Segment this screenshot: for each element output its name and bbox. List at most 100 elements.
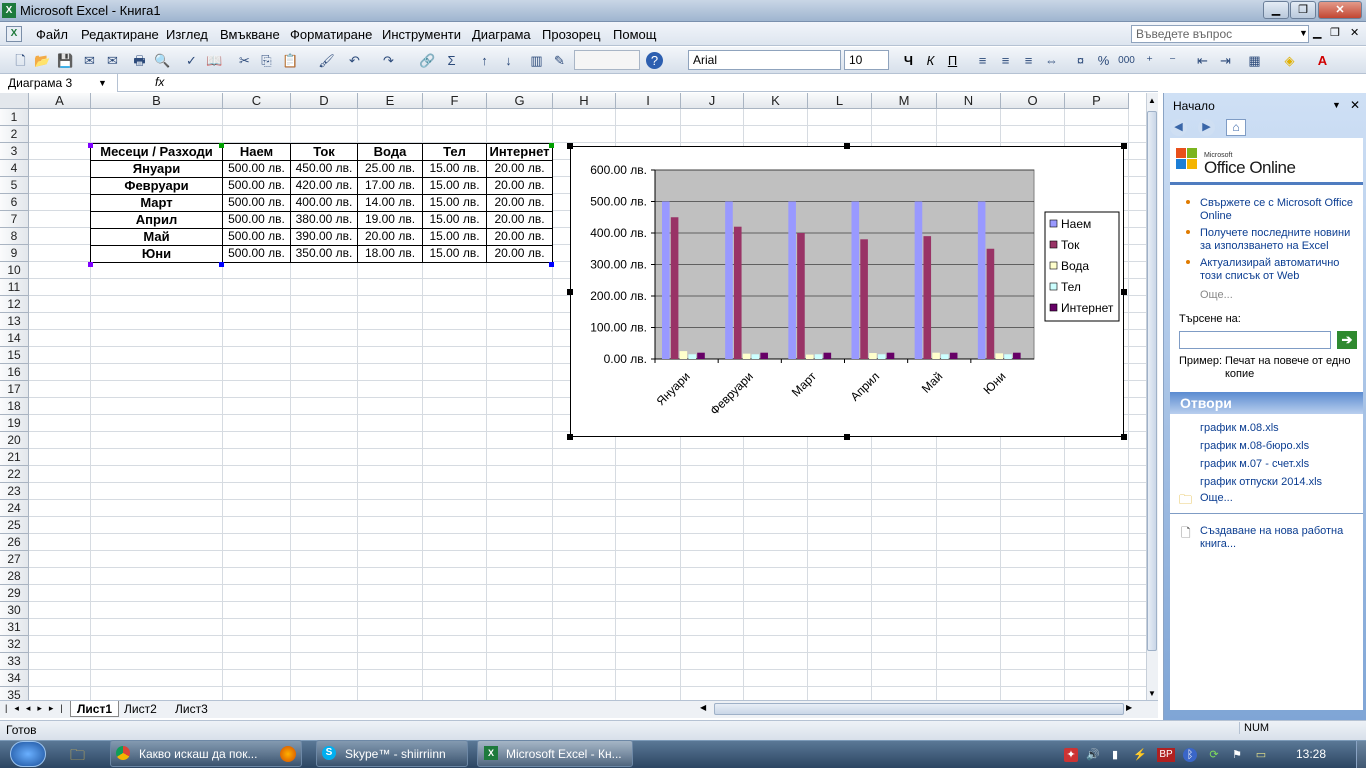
- column-header-i[interactable]: I: [616, 93, 681, 109]
- start-button[interactable]: [10, 741, 46, 767]
- chart-resize-handle[interactable]: [567, 434, 573, 440]
- copy-icon[interactable]: ⎘: [258, 52, 275, 69]
- home-icon[interactable]: ⌂: [1226, 119, 1246, 136]
- select-all-button[interactable]: [0, 93, 29, 109]
- forward-icon[interactable]: ▶: [1198, 119, 1215, 136]
- table-header-cell[interactable]: Месеци / Разходи: [90, 143, 223, 161]
- value-cell[interactable]: 350.00 лв.: [290, 245, 358, 263]
- hyperlink-icon[interactable]: 🔗: [419, 52, 436, 69]
- menu-window[interactable]: Прозорец: [542, 27, 601, 42]
- value-cell[interactable]: 25.00 лв.: [357, 160, 423, 178]
- doc-minimize-button[interactable]: ▁: [1313, 26, 1321, 39]
- column-header-a[interactable]: A: [29, 93, 91, 109]
- recent-file[interactable]: график отпуски 2014.xls: [1200, 476, 1322, 489]
- row-header-3[interactable]: 3: [0, 143, 29, 160]
- row-header-6[interactable]: 6: [0, 194, 29, 211]
- sheet-tab-list1[interactable]: Лист1: [70, 701, 120, 717]
- help-dropdown-icon[interactable]: ▼: [1299, 28, 1308, 38]
- workbook-icon[interactable]: X: [6, 26, 22, 42]
- row-header-34[interactable]: 34: [0, 670, 29, 687]
- link-latest-news[interactable]: Получете последните новини за използване…: [1200, 227, 1360, 253]
- taskbar-skype[interactable]: Skype™ - shiirriinn: [316, 740, 468, 767]
- menu-edit[interactable]: Редактиране: [81, 27, 159, 42]
- scroll-down-icon[interactable]: ▼: [1148, 689, 1156, 698]
- link-connect-office-online[interactable]: Свържете се с Microsoft Office Online: [1200, 197, 1360, 223]
- row-header-2[interactable]: 2: [0, 126, 29, 143]
- row-header-10[interactable]: 10: [0, 262, 29, 279]
- row-header-5[interactable]: 5: [0, 177, 29, 194]
- tray-sync-icon[interactable]: ⟳: [1207, 748, 1221, 762]
- font-name-select[interactable]: Arial: [688, 50, 841, 70]
- value-cell[interactable]: 19.00 лв.: [357, 211, 423, 229]
- permission-icon[interactable]: ✉: [81, 52, 98, 69]
- row-header-19[interactable]: 19: [0, 415, 29, 432]
- back-icon[interactable]: ◀: [1170, 119, 1187, 136]
- link-files-more[interactable]: Още...: [1200, 492, 1233, 505]
- value-cell[interactable]: 20.00 лв.: [486, 211, 553, 229]
- chart-resize-handle[interactable]: [567, 143, 573, 149]
- zoom-box[interactable]: [574, 50, 640, 70]
- open-icon[interactable]: 📂: [34, 52, 51, 69]
- row-header-11[interactable]: 11: [0, 279, 29, 296]
- help-question-input[interactable]: Въведете въпрос: [1131, 25, 1309, 43]
- tray-acrobat-icon[interactable]: ✦: [1064, 748, 1078, 762]
- spelling-icon[interactable]: ✓: [183, 52, 200, 69]
- column-header-k[interactable]: K: [744, 93, 808, 109]
- value-cell[interactable]: 380.00 лв.: [290, 211, 358, 229]
- align-right-icon[interactable]: ≡: [1020, 52, 1037, 69]
- task-pane-menu-icon[interactable]: ▼: [1332, 100, 1341, 110]
- value-cell[interactable]: 500.00 лв.: [222, 245, 291, 263]
- decrease-decimal-icon[interactable]: ⁻: [1164, 52, 1181, 69]
- range-handle[interactable]: [88, 262, 93, 267]
- row-header-12[interactable]: 12: [0, 296, 29, 313]
- row-header-17[interactable]: 17: [0, 381, 29, 398]
- print-icon[interactable]: 🖶: [131, 52, 148, 69]
- value-cell[interactable]: 20.00 лв.: [486, 177, 553, 195]
- value-cell[interactable]: 20.00 лв.: [486, 228, 553, 246]
- font-color-icon[interactable]: A: [1314, 52, 1331, 69]
- row-header-8[interactable]: 8: [0, 228, 29, 245]
- month-label-cell[interactable]: Януари: [90, 160, 223, 178]
- new-icon[interactable]: 🗋: [12, 52, 29, 69]
- value-cell[interactable]: 500.00 лв.: [222, 228, 291, 246]
- doc-restore-button[interactable]: ❐: [1330, 26, 1340, 39]
- excel-app-icon[interactable]: X: [2, 3, 16, 18]
- menu-tools[interactable]: Инструменти: [382, 27, 461, 42]
- column-header-p[interactable]: P: [1065, 93, 1129, 109]
- column-header-j[interactable]: J: [681, 93, 744, 109]
- restore-button[interactable]: ❐: [1290, 1, 1316, 19]
- chart-resize-handle[interactable]: [844, 434, 850, 440]
- redo-icon[interactable]: ↷: [380, 52, 397, 69]
- value-cell[interactable]: 20.00 лв.: [486, 194, 553, 212]
- value-cell[interactable]: 500.00 лв.: [222, 177, 291, 195]
- font-size-select[interactable]: 10: [844, 50, 889, 70]
- taskbar-excel[interactable]: Microsoft Excel - Кн...: [477, 740, 633, 767]
- row-header-13[interactable]: 13: [0, 313, 29, 330]
- column-header-c[interactable]: C: [223, 93, 291, 109]
- menu-format[interactable]: Форматиране: [290, 27, 372, 42]
- tray-language[interactable]: BP: [1157, 748, 1175, 762]
- menu-insert[interactable]: Вмъкване: [220, 27, 280, 42]
- search-go-icon[interactable]: ➔: [1337, 331, 1357, 349]
- chart-resize-handle[interactable]: [844, 143, 850, 149]
- value-cell[interactable]: 20.00 лв.: [357, 228, 423, 246]
- merge-center-icon[interactable]: ⇔: [1043, 52, 1060, 69]
- tray-flag-icon[interactable]: ⚑: [1230, 748, 1244, 762]
- row-header-15[interactable]: 15: [0, 347, 29, 364]
- tray-bluetooth-icon[interactable]: ᛒ: [1183, 748, 1197, 762]
- minimize-button[interactable]: ▁: [1263, 1, 1289, 19]
- tray-message-icon[interactable]: ▭: [1254, 748, 1268, 762]
- recent-file[interactable]: график м.08-бюро.xls: [1200, 440, 1309, 453]
- recent-file[interactable]: график м.07 - счет.xls: [1200, 458, 1309, 471]
- row-header-14[interactable]: 14: [0, 330, 29, 347]
- scroll-up-icon[interactable]: ▲: [1148, 96, 1156, 105]
- column-header-m[interactable]: M: [872, 93, 937, 109]
- row-header-23[interactable]: 23: [0, 483, 29, 500]
- autosum-icon[interactable]: Σ: [443, 52, 460, 69]
- row-header-31[interactable]: 31: [0, 619, 29, 636]
- scroll-right-icon[interactable]: ▶: [1126, 703, 1132, 712]
- chart-object[interactable]: 0.00 лв. 100.00 лв. 200.00 лв. 300.00 лв. 40…: [570, 146, 1124, 437]
- borders-icon[interactable]: ▦: [1246, 52, 1263, 69]
- range-handle[interactable]: [549, 143, 554, 148]
- menu-file[interactable]: Файл: [36, 27, 68, 42]
